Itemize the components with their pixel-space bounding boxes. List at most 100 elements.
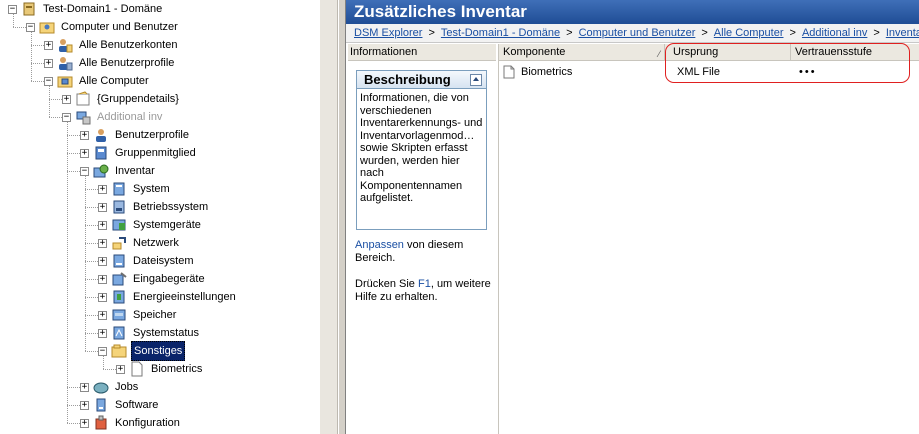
tree-connector xyxy=(85,225,98,226)
tree-item[interactable]: + Netzwerk xyxy=(98,234,181,252)
tree-item-label[interactable]: Eingabegeräte xyxy=(131,270,207,288)
tree-item-label[interactable]: Dateisystem xyxy=(131,252,196,270)
tree-item[interactable]: − Inventar xyxy=(80,162,157,180)
tree-connector xyxy=(85,351,98,352)
tree-item[interactable]: + Alle Benutzerprofile xyxy=(44,54,176,72)
tree-item-label[interactable]: Jobs xyxy=(113,378,140,396)
splitter-bar[interactable] xyxy=(338,0,346,434)
tree-item[interactable]: + Jobs xyxy=(80,378,140,396)
tree-item[interactable]: + Systemstatus xyxy=(98,324,201,342)
tree-item[interactable]: + Biometrics xyxy=(116,360,204,378)
tree-item[interactable]: + Benutzerprofile xyxy=(80,126,191,144)
expand-toggle-icon[interactable]: + xyxy=(80,130,89,140)
tree-item-label[interactable]: Benutzerprofile xyxy=(113,126,191,144)
expand-toggle-icon[interactable]: + xyxy=(80,382,89,392)
collapse-toggle-icon[interactable]: − xyxy=(8,4,17,14)
tree-item-label[interactable]: {Gruppendetails} xyxy=(95,90,181,108)
tree-item-label[interactable]: Sonstiges xyxy=(131,341,186,361)
help-key-link[interactable]: F1 xyxy=(418,278,431,290)
expand-toggle-icon[interactable]: + xyxy=(98,292,107,302)
tree-item[interactable]: + Software xyxy=(80,396,160,414)
tree-item-label[interactable]: Inventar xyxy=(113,162,157,180)
expand-toggle-icon[interactable]: + xyxy=(62,94,71,104)
breadcrumb-item[interactable]: Additional inv xyxy=(802,27,867,39)
tree-item-label[interactable]: System xyxy=(131,180,172,198)
collapse-toggle-icon[interactable]: − xyxy=(26,22,35,32)
tree-item[interactable]: − Sonstiges xyxy=(98,341,186,361)
breadcrumb-item[interactable]: Test-Domain1 - Domäne xyxy=(441,27,560,39)
expand-toggle-icon[interactable]: + xyxy=(98,184,107,194)
navigation-tree[interactable]: − Test-Domain1 - Domäne − Computer und Benu… xyxy=(0,0,320,434)
tree-item-label[interactable]: Netzwerk xyxy=(131,234,181,252)
column-header-vertrauensstufe[interactable]: Vertrauensstufe xyxy=(791,44,911,61)
tree-item[interactable]: − Computer und Benutzer xyxy=(26,18,180,36)
tree-item[interactable]: + Betriebssystem xyxy=(98,198,210,216)
tree-item[interactable]: + Energieeinstellungen xyxy=(98,288,238,306)
customize-link[interactable]: Anpassen xyxy=(355,239,404,251)
tree-item-label[interactable]: Software xyxy=(113,396,160,414)
pane-splitter[interactable] xyxy=(320,0,346,434)
collapse-icon[interactable] xyxy=(470,74,482,86)
expand-toggle-icon[interactable]: + xyxy=(80,418,89,428)
expand-toggle-icon[interactable]: + xyxy=(116,364,125,374)
expand-toggle-icon[interactable]: + xyxy=(98,310,107,320)
expand-toggle-icon[interactable]: + xyxy=(80,148,89,158)
expand-toggle-icon[interactable]: + xyxy=(98,202,107,212)
user-accounts-icon xyxy=(57,37,73,53)
tree-item[interactable]: + Konfiguration xyxy=(80,414,182,432)
expand-toggle-icon[interactable]: + xyxy=(44,58,53,68)
tree-item[interactable]: − Test-Domain1 - Domäne xyxy=(8,0,164,18)
collapse-toggle-icon[interactable]: − xyxy=(80,166,89,176)
breadcrumb-item[interactable]: DSM Explorer xyxy=(354,27,422,39)
tree-item-label[interactable]: Systemgeräte xyxy=(131,216,203,234)
tree-connector xyxy=(85,279,98,280)
expand-toggle-icon[interactable]: + xyxy=(98,274,107,284)
tree-item[interactable]: + Eingabegeräte xyxy=(98,270,207,288)
collapse-toggle-icon[interactable]: − xyxy=(62,112,71,122)
tree-item[interactable]: + System xyxy=(98,180,172,198)
expand-toggle-icon[interactable]: + xyxy=(98,328,107,338)
column-header-ursprung[interactable]: Ursprung xyxy=(669,44,791,61)
tree-item[interactable]: + Dateisystem xyxy=(98,252,196,270)
collapse-toggle-icon[interactable]: − xyxy=(44,76,53,86)
tree-item-label[interactable]: Betriebssystem xyxy=(131,198,210,216)
tree-item[interactable]: − Additional inv xyxy=(62,108,164,126)
component-grid[interactable]: Komponente ⁄ Ursprung Vertrauensstufe Bi… xyxy=(498,43,919,434)
cell-vertrauensstufe: ••• xyxy=(799,66,817,78)
tree-item[interactable]: + Alle Benutzerkonten xyxy=(44,36,179,54)
tree-connector xyxy=(67,423,80,424)
collapse-toggle-icon[interactable]: − xyxy=(98,346,107,356)
tree-item[interactable]: + {Gruppendetails} xyxy=(62,90,181,108)
tree-item-label[interactable]: Speicher xyxy=(131,306,178,324)
breadcrumb-item[interactable]: Computer und Benutzer xyxy=(579,27,696,39)
tree-item-label[interactable]: Alle Benutzerprofile xyxy=(77,54,176,72)
tree-connector xyxy=(67,387,80,388)
breadcrumb-item[interactable]: Alle Computer xyxy=(714,27,784,39)
tree-item-label[interactable]: Computer und Benutzer xyxy=(59,18,180,36)
tree-scrollbar[interactable] xyxy=(320,0,338,434)
expand-toggle-icon[interactable]: + xyxy=(44,40,53,50)
expand-toggle-icon[interactable]: + xyxy=(98,256,107,266)
user-profiles-icon xyxy=(57,55,73,71)
tree-item[interactable]: + Speicher xyxy=(98,306,178,324)
tree-item[interactable]: + Gruppenmitglied xyxy=(80,144,198,162)
tree-item-label[interactable]: Konfiguration xyxy=(113,414,182,432)
tree-item[interactable]: − Alle Computer xyxy=(44,72,151,90)
breadcrumb-item[interactable]: Inventar xyxy=(886,27,919,39)
expand-toggle-icon[interactable]: + xyxy=(80,400,89,410)
tree-item-label[interactable]: Alle Benutzerkonten xyxy=(77,36,179,54)
tree-item-label[interactable]: Biometrics xyxy=(149,360,204,378)
expand-toggle-icon[interactable]: + xyxy=(98,238,107,248)
tree-item-label[interactable]: Alle Computer xyxy=(77,72,151,90)
tree-item-label[interactable]: Energieeinstellungen xyxy=(131,288,238,306)
tree-connector xyxy=(49,86,50,117)
expand-toggle-icon[interactable]: + xyxy=(98,220,107,230)
tree-connector xyxy=(103,369,116,370)
tree-item[interactable]: + Systemgeräte xyxy=(98,216,203,234)
description-box-header: Beschreibung xyxy=(357,71,486,89)
tree-item-label[interactable]: Systemstatus xyxy=(131,324,201,342)
tree-item-label[interactable]: Additional inv xyxy=(95,108,164,126)
tree-item-label[interactable]: Test-Domain1 - Domäne xyxy=(41,0,164,18)
tree-item-label[interactable]: Gruppenmitglied xyxy=(113,144,198,162)
column-header-komponente[interactable]: Komponente ⁄ xyxy=(499,44,665,61)
